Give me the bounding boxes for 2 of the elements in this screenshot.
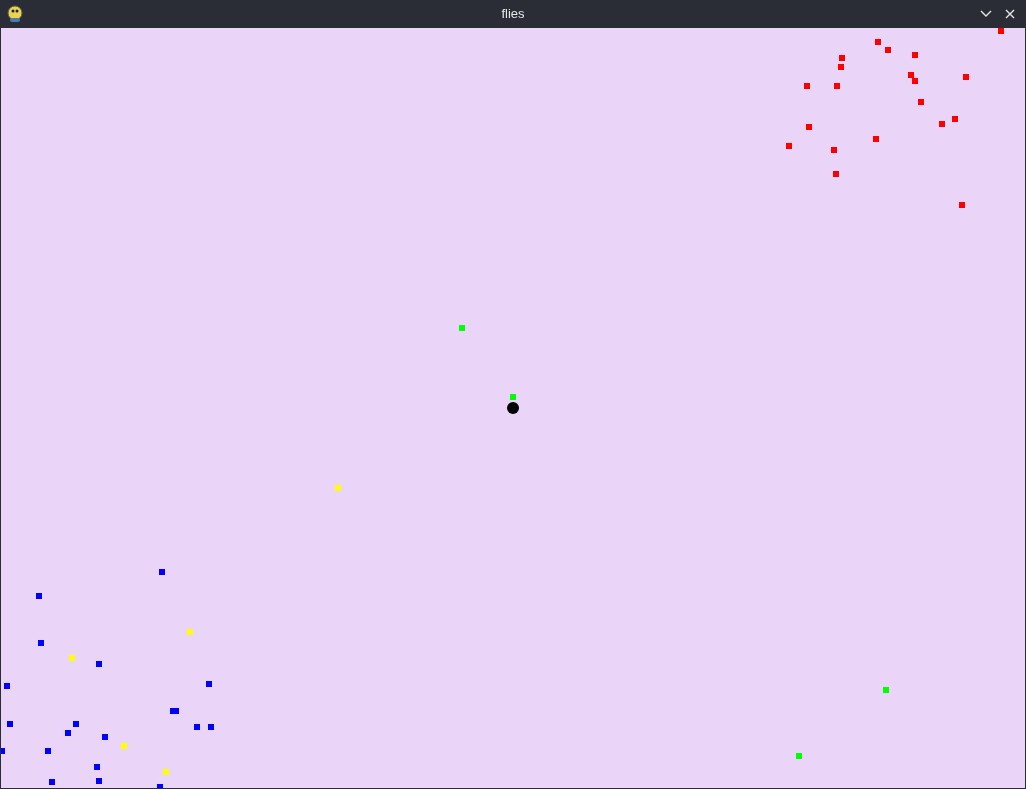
close-button[interactable] xyxy=(1003,7,1017,21)
window-title: flies xyxy=(501,5,525,24)
